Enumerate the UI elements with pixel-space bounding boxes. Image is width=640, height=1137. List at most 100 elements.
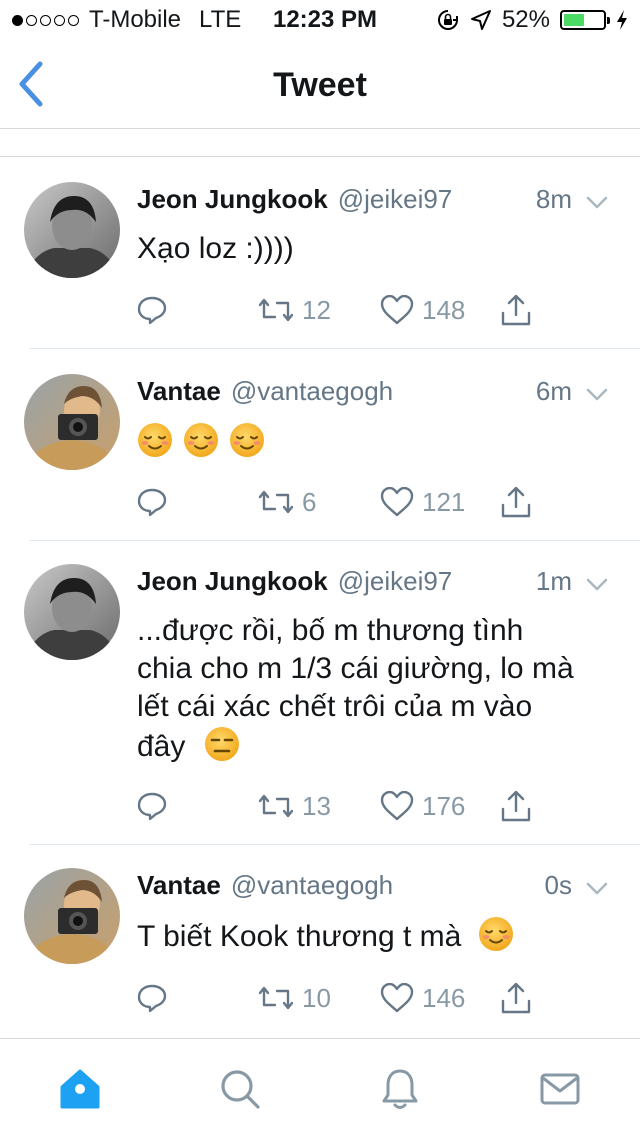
tweet-text-content: T biết Kook thương t mà [137, 920, 462, 953]
status-right: 52% [436, 6, 628, 34]
battery-icon [560, 10, 610, 30]
timestamp: 0s [544, 870, 572, 900]
orientation-lock-icon [437, 10, 458, 30]
share-button[interactable] [500, 788, 532, 824]
relieved-face-emoji [184, 423, 218, 457]
retweet-icon [258, 298, 294, 322]
messages-icon [540, 1073, 580, 1105]
heart-icon [380, 487, 414, 517]
notifications-icon [382, 1069, 418, 1109]
display-name[interactable]: Jeon Jungkook [137, 566, 328, 597]
retweet-button[interactable]: 6 [258, 484, 316, 520]
tweet-text: Xạo loz :)))) [137, 232, 294, 265]
retweet-count: 13 [302, 790, 331, 821]
retweet-count: 10 [302, 982, 331, 1013]
retweet-icon [258, 794, 294, 818]
avatar[interactable] [24, 564, 120, 660]
heart-icon [380, 983, 414, 1013]
timestamp: 6m [535, 376, 572, 406]
tweet-text: ...được rồi, bố m thương tình chia cho m… [137, 612, 610, 766]
retweet-icon [258, 986, 294, 1010]
reply-button[interactable] [136, 484, 168, 520]
display-name[interactable]: Vantae [137, 376, 221, 407]
heart-icon [380, 791, 414, 821]
tab-bar [0, 1038, 640, 1137]
reply-button[interactable] [136, 788, 168, 824]
status-bar: T-Mobile LTE 12:23 PM 52% [0, 0, 640, 40]
username[interactable]: @vantaegogh [231, 870, 393, 901]
tab-search[interactable] [218, 1067, 262, 1111]
retweet-button[interactable]: 10 [258, 980, 331, 1016]
tab-notifications[interactable] [378, 1067, 422, 1111]
reply-icon [137, 488, 167, 517]
username[interactable]: @vantaegogh [231, 376, 393, 407]
battery-percent: 52% [501, 6, 550, 33]
share-button[interactable] [500, 484, 532, 520]
tweet-text-line: lết cái xác chết trôi của m vào [137, 690, 533, 723]
divider [30, 348, 640, 349]
divider [30, 540, 640, 541]
home-icon [60, 1069, 100, 1109]
tweet[interactable]: Jeon Jungkook @jeikei97 1m ...được rồi, … [0, 564, 640, 845]
retweet-count: 12 [302, 294, 331, 325]
navigation-bar: Tweet [0, 40, 640, 129]
share-button[interactable] [500, 980, 532, 1016]
timestamp: 1m [535, 566, 572, 596]
avatar[interactable] [24, 182, 120, 278]
chevron-down-icon[interactable] [584, 382, 610, 408]
share-button[interactable] [500, 292, 532, 328]
reply-button[interactable] [136, 980, 168, 1016]
share-icon [501, 982, 531, 1014]
like-count: 121 [422, 486, 466, 517]
display-name[interactable]: Jeon Jungkook [137, 184, 328, 215]
expressionless-face-emoji [204, 727, 239, 761]
avatar[interactable] [24, 868, 120, 964]
timestamp: 8m [535, 184, 572, 214]
like-button[interactable]: 148 [380, 292, 465, 328]
like-button[interactable]: 176 [380, 788, 465, 824]
tweet[interactable]: Jeon Jungkook @jeikei97 8m Xạo loz :))))… [0, 180, 640, 349]
relieved-face-emoji [138, 423, 172, 457]
username[interactable]: @jeikei97 [338, 184, 453, 215]
chevron-down-icon[interactable] [584, 190, 610, 216]
tweet-text-line: chia cho m 1/3 cái giường, lo mà [137, 652, 574, 685]
tab-home[interactable] [58, 1067, 102, 1111]
tweet[interactable]: Vantae @vantaegogh 6m 6 121 [0, 372, 640, 541]
reply-icon [137, 792, 167, 821]
tweet-header: Vantae @vantaegogh 0s [137, 870, 610, 910]
avatar[interactable] [24, 374, 120, 470]
retweet-icon [258, 490, 294, 514]
tweet-actions: 12 148 [136, 292, 556, 328]
chevron-down-icon[interactable] [584, 876, 610, 902]
tweet-text: T biết Kook thương t mà [137, 916, 610, 956]
tweet-actions: 10 146 [136, 980, 556, 1016]
chevron-down-icon[interactable] [584, 572, 610, 598]
relieved-face-emoji [230, 423, 264, 457]
like-button[interactable]: 121 [380, 484, 465, 520]
share-icon [501, 294, 531, 326]
reply-button[interactable] [136, 292, 168, 328]
tweet-text-line: ...được rồi, bố m thương tình [137, 614, 524, 647]
share-icon [501, 486, 531, 518]
share-icon [501, 790, 531, 822]
tweet-text-line: đây [137, 730, 186, 763]
tab-messages[interactable] [538, 1067, 582, 1111]
retweet-button[interactable]: 12 [258, 292, 331, 328]
tweet-actions: 13 176 [136, 788, 556, 824]
search-icon [221, 1070, 260, 1109]
tweet-actions: 6 121 [136, 484, 556, 520]
tweet[interactable]: Vantae @vantaegogh 0s T biết Kook thương… [0, 868, 640, 1018]
tweet-text [137, 422, 610, 462]
retweet-button[interactable]: 13 [258, 788, 331, 824]
location-arrow-icon [470, 10, 491, 30]
retweet-count: 6 [302, 486, 317, 517]
like-count: 176 [422, 790, 466, 821]
tweet-header: Jeon Jungkook @jeikei97 8m [137, 184, 610, 224]
reply-icon [137, 984, 167, 1013]
page-title: Tweet [273, 66, 367, 104]
display-name[interactable]: Vantae [137, 870, 221, 901]
like-button[interactable]: 146 [380, 980, 465, 1016]
username[interactable]: @jeikei97 [338, 566, 453, 597]
reply-icon [137, 296, 167, 325]
like-count: 148 [422, 294, 466, 325]
